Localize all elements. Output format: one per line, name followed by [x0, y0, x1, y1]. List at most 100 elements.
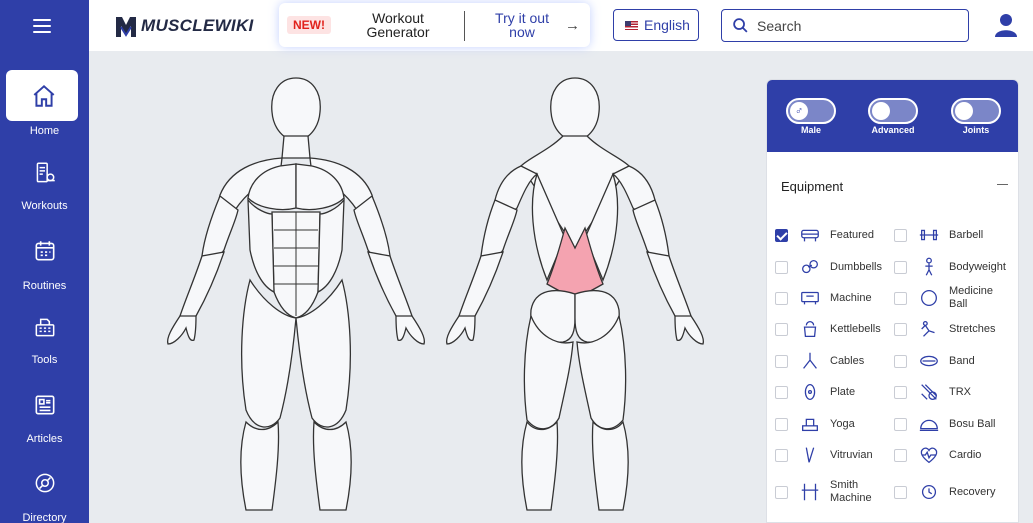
front-head[interactable]: [271, 77, 321, 143]
back-right-forearm[interactable]: [646, 251, 692, 322]
front-right-hand[interactable]: [395, 315, 426, 345]
equipment-checkbox[interactable]: [775, 260, 788, 274]
sidebar-item-articles[interactable]: Articles: [0, 392, 89, 448]
front-right-forearm[interactable]: [367, 251, 413, 322]
equipment-item[interactable]: Bodyweight: [894, 253, 1012, 281]
search-box[interactable]: [721, 9, 969, 42]
equipment-heading: Equipment: [781, 179, 844, 194]
search-input[interactable]: [757, 17, 957, 34]
cables-icon: [803, 352, 817, 369]
equipment-item[interactable]: Stretches: [894, 315, 1012, 343]
user-icon[interactable]: [995, 13, 1017, 37]
equipment-item[interactable]: Machine: [775, 284, 893, 312]
equipment-item[interactable]: Barbell: [894, 221, 1012, 249]
equipment-label: Dumbbells: [830, 260, 882, 273]
back-left-calf[interactable]: [521, 420, 559, 511]
sidebar-item-label: Home: [29, 125, 60, 137]
stretches-icon: [921, 321, 935, 337]
equipment-item[interactable]: Vitruvian: [775, 441, 893, 469]
front-right-calf[interactable]: [312, 420, 352, 511]
toggle-bar: ♂ Male Advanced Joints: [767, 80, 1018, 152]
equipment-item[interactable]: Kettlebells: [775, 315, 893, 343]
equipment-label: Bosu Ball: [949, 417, 996, 430]
workouts-icon: [36, 162, 55, 183]
equipment-checkbox[interactable]: [775, 228, 788, 242]
equipment-checkbox[interactable]: [894, 354, 907, 368]
equipment-item[interactable]: Bosu Ball: [894, 410, 1012, 438]
equipment-checkbox[interactable]: [775, 322, 788, 336]
equipment-item[interactable]: Dumbbells: [775, 253, 893, 281]
equipment-checkbox[interactable]: [894, 291, 907, 305]
back-right-calf[interactable]: [591, 420, 629, 511]
sidebar-item-label: Workouts: [21, 200, 68, 212]
sidebar-item-workouts[interactable]: Workouts: [0, 160, 89, 216]
equipment-label: Bodyweight: [949, 260, 1006, 273]
equipment-label: Medicine Ball: [949, 285, 994, 310]
equipment-checkbox[interactable]: [775, 417, 788, 431]
equipment-item[interactable]: Featured: [775, 221, 893, 249]
equipment-item[interactable]: Cardio: [894, 441, 1012, 469]
equipment-checkbox[interactable]: [894, 260, 907, 274]
back-left-forearm[interactable]: [458, 251, 504, 322]
equipment-checkbox[interactable]: [894, 417, 907, 431]
equipment-checkbox[interactable]: [775, 448, 788, 462]
equipment-checkbox[interactable]: [894, 385, 907, 399]
equipment-label: TRX: [949, 385, 971, 398]
front-left-calf[interactable]: [240, 420, 280, 511]
equipment-checkbox[interactable]: [775, 354, 788, 368]
yoga-icon: [802, 418, 818, 432]
joints-toggle[interactable]: Joints: [950, 98, 1002, 135]
back-right-tricep[interactable]: [632, 199, 670, 261]
sidebar-item-tools[interactable]: Tools: [0, 314, 89, 370]
back-left-tricep[interactable]: [480, 199, 518, 261]
equipment-label: Kettlebells: [830, 322, 881, 335]
language-label: English: [644, 17, 690, 33]
back-right-hand[interactable]: [674, 315, 705, 345]
equipment-item[interactable]: Medicine Ball: [894, 284, 1012, 312]
equipment-checkbox[interactable]: [894, 228, 907, 242]
front-right-bicep[interactable]: [353, 194, 391, 261]
front-left-oblique[interactable]: [247, 198, 275, 294]
equipment-item[interactable]: Plate: [775, 378, 893, 406]
sidebar-item-home[interactable]: Home: [0, 70, 89, 140]
try-it-out-link[interactable]: Try it out now: [491, 11, 553, 39]
male-toggle[interactable]: ♂ Male: [785, 98, 837, 135]
language-button[interactable]: English: [613, 9, 699, 41]
front-left-hand[interactable]: [166, 315, 197, 345]
equipment-item[interactable]: Band: [894, 347, 1012, 375]
sidebar-item-directory[interactable]: Directory: [0, 470, 89, 523]
equipment-item[interactable]: Yoga: [775, 410, 893, 438]
front-right-oblique[interactable]: [317, 198, 345, 294]
sidebar-item-label: Articles: [26, 433, 63, 445]
back-head[interactable]: [550, 77, 600, 143]
equipment-checkbox[interactable]: [775, 485, 788, 499]
front-neck[interactable]: [281, 135, 311, 159]
back-left-hand[interactable]: [445, 315, 476, 345]
toggle-label: Joints: [962, 125, 990, 135]
logo[interactable]: MUSCLEWIKI: [115, 12, 254, 40]
collapse-icon[interactable]: [997, 184, 1008, 185]
front-left-bicep[interactable]: [201, 194, 239, 261]
equipment-checkbox[interactable]: [775, 291, 788, 305]
toggle-label: Advanced: [871, 125, 915, 135]
equipment-checkbox[interactable]: [894, 485, 907, 499]
equipment-checkbox[interactable]: [775, 385, 788, 399]
equipment-label: Smith Machine: [830, 479, 872, 504]
vitruvian-icon: [805, 447, 815, 463]
equipment-item[interactable]: Recovery: [894, 478, 1012, 506]
equipment-checkbox[interactable]: [894, 448, 907, 462]
equipment-checkbox[interactable]: [894, 322, 907, 336]
equipment-label: Cardio: [949, 448, 982, 461]
menu-icon[interactable]: [33, 17, 51, 33]
sidebar-item-label: Directory: [22, 512, 67, 523]
workout-generator-promo[interactable]: NEW! Workout Generator Try it out now →: [279, 3, 590, 47]
front-left-forearm[interactable]: [179, 251, 225, 322]
equipment-item[interactable]: Cables: [775, 347, 893, 375]
equipment-item[interactable]: Smith Machine: [775, 478, 893, 506]
promo-divider: [464, 11, 465, 41]
sidebar-item-routines[interactable]: Routines: [0, 238, 89, 294]
filter-panel: ♂ Male Advanced Joints Equipment Feature…: [766, 79, 1019, 523]
advanced-toggle[interactable]: Advanced: [867, 98, 919, 135]
equipment-item[interactable]: TRX: [894, 378, 1012, 406]
calendar-icon: [35, 241, 54, 261]
